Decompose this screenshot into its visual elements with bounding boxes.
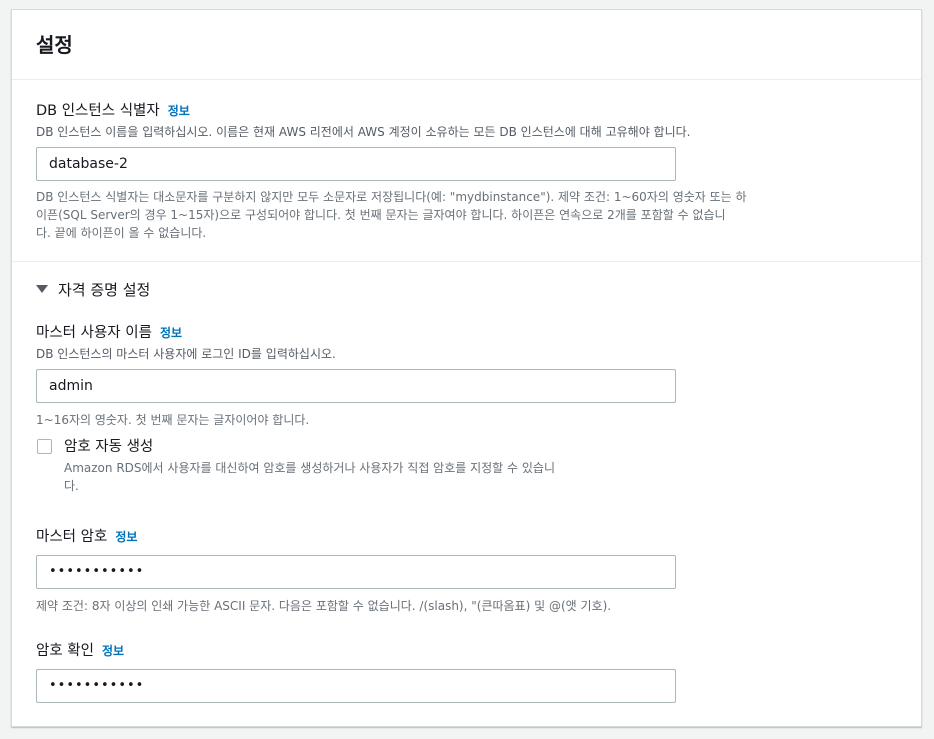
master-username-info-link[interactable]: 정보 (160, 326, 182, 340)
auto-generate-password-description: Amazon RDS에서 사용자를 대신하여 암호를 생성하거나 사용자가 직접… (64, 459, 684, 495)
master-password-constraint: 제약 조건: 8자 이상의 인쇄 가능한 ASCII 문자. 다음은 포함할 수… (36, 599, 612, 613)
credentials-settings-toggle[interactable]: 자격 증명 설정 (36, 279, 150, 300)
master-password-input[interactable]: ••••••••••• (36, 555, 676, 589)
master-username-input[interactable]: admin (36, 369, 676, 403)
master-username-label: 마스터 사용자 이름 (36, 325, 152, 341)
db-identifier-description: DB 인스턴스 이름을 입력하십시오. 이름은 현재 AWS 리전에서 AWS … (36, 125, 691, 139)
master-username-description: DB 인스턴스의 마스터 사용자에 로그인 ID를 입력하십시오. (36, 347, 336, 361)
panel-title: 설정 (36, 33, 73, 57)
panel-header: 설정 (12, 10, 921, 80)
confirm-password-label-row: 암호 확인 정보 (36, 639, 124, 660)
caret-down-icon (36, 285, 48, 293)
db-identifier-constraint-line: 다. 끝에 하이픈이 올 수 없습니다. (36, 226, 207, 240)
master-username-label-row: 마스터 사용자 이름 정보 (36, 321, 182, 342)
db-identifier-constraint-line: DB 인스턴스 식별자는 대소문자를 구분하지 않지만 모두 소문자로 저장됩니… (36, 190, 747, 204)
section-divider (12, 261, 921, 262)
db-identifier-constraint: DB 인스턴스 식별자는 대소문자를 구분하지 않지만 모두 소문자로 저장됩니… (36, 188, 896, 242)
auto-generate-password-description-line: Amazon RDS에서 사용자를 대신하여 암호를 생성하거나 사용자가 직접… (64, 461, 556, 475)
auto-generate-password-label[interactable]: 암호 자동 생성 (64, 435, 153, 456)
db-identifier-constraint-line: 이픈(SQL Server의 경우 1~15자)으로 구성되어야 합니다. 첫 … (36, 208, 726, 222)
credentials-settings-label: 자격 증명 설정 (58, 281, 151, 299)
db-identifier-info-link[interactable]: 정보 (168, 104, 190, 118)
confirm-password-input[interactable]: ••••••••••• (36, 669, 676, 703)
settings-panel: 설정 DB 인스턴스 식별자 정보 DB 인스턴스 이름을 입력하십시오. 이름은… (11, 9, 922, 727)
auto-generate-password-checkbox[interactable] (37, 439, 52, 454)
db-identifier-input[interactable]: database-2 (36, 147, 676, 181)
confirm-password-label: 암호 확인 (36, 643, 94, 659)
db-identifier-label: DB 인스턴스 식별자 (36, 103, 160, 119)
master-password-label: 마스터 암호 (36, 529, 108, 545)
db-identifier-label-row: DB 인스턴스 식별자 정보 (36, 99, 190, 120)
confirm-password-info-link[interactable]: 정보 (102, 644, 124, 658)
auto-generate-password-description-line: 다. (64, 479, 79, 493)
master-password-info-link[interactable]: 정보 (115, 530, 137, 544)
master-password-label-row: 마스터 암호 정보 (36, 525, 137, 546)
master-username-constraint: 1~16자의 영숫자. 첫 번째 문자는 글자이어야 합니다. (36, 413, 310, 427)
